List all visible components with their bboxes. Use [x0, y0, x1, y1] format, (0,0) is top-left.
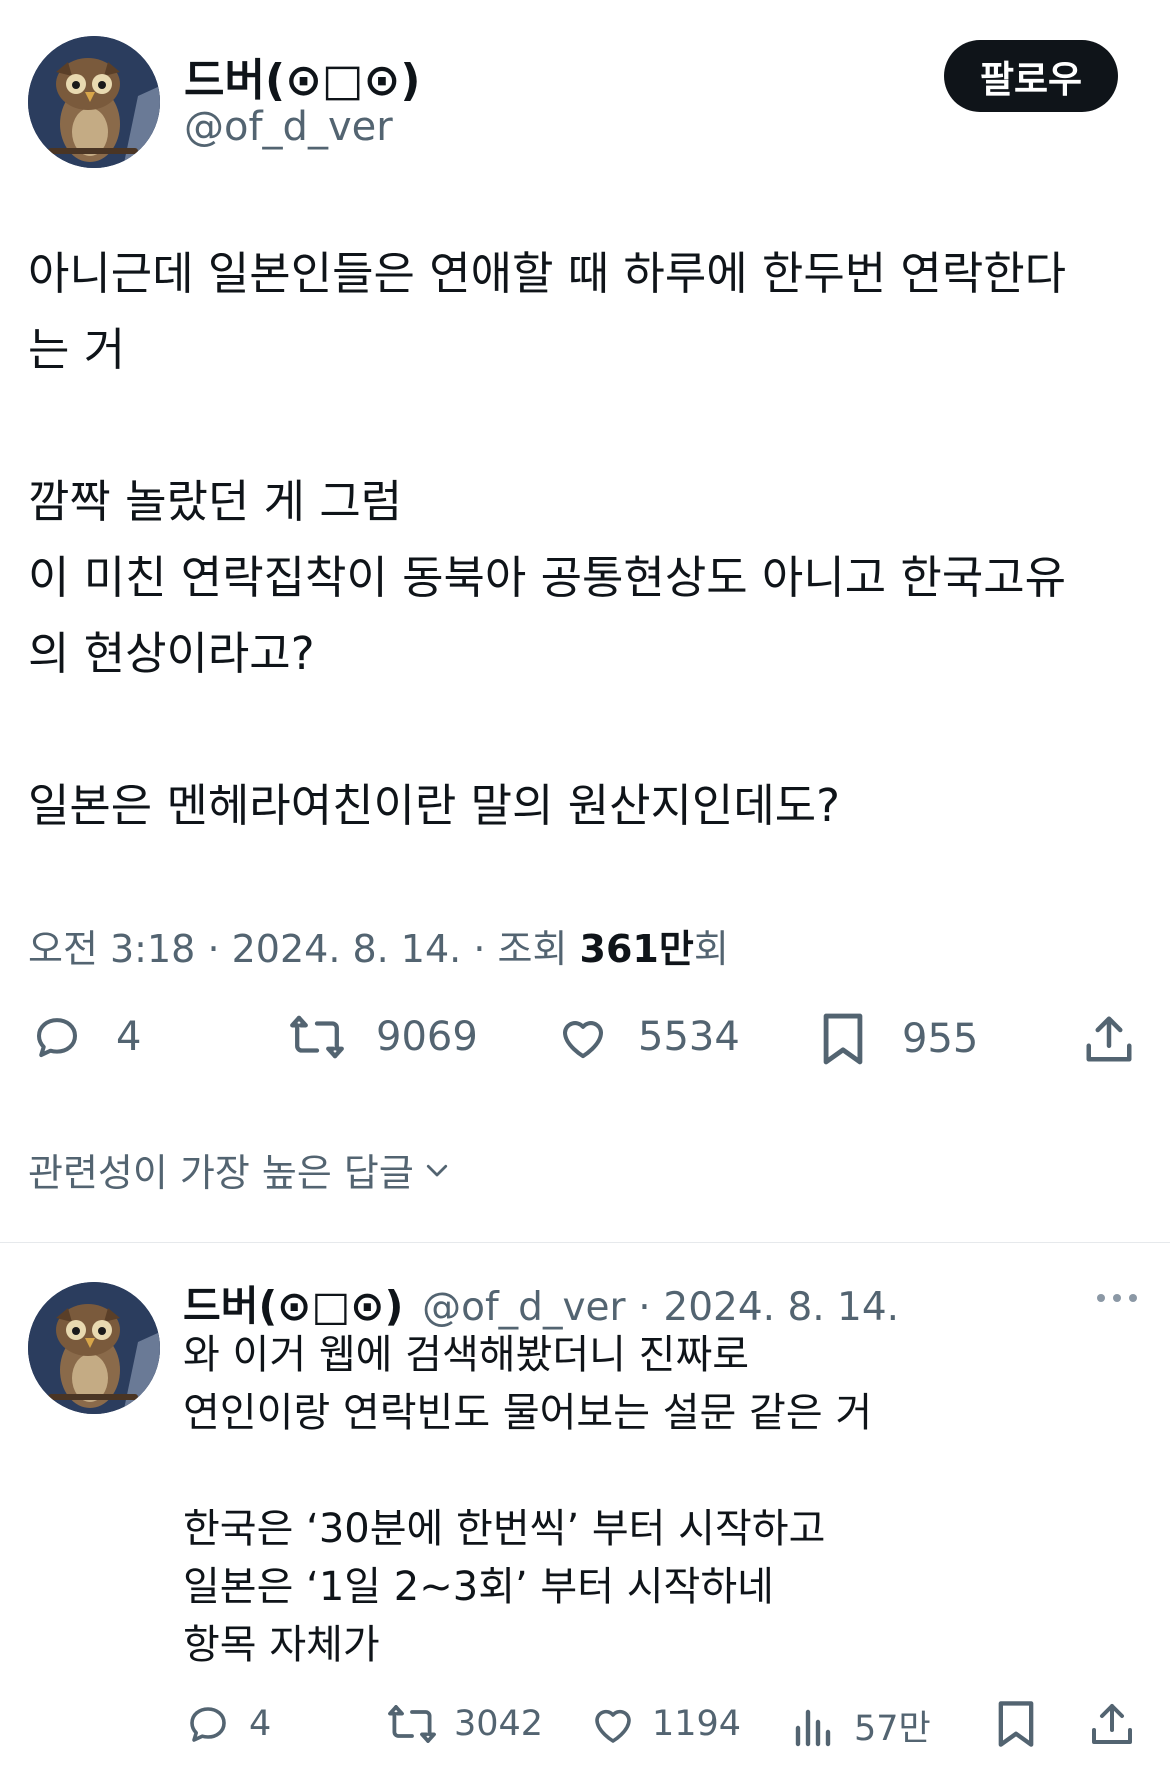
- retweet-icon: [388, 1705, 436, 1743]
- follow-button[interactable]: 팔로우: [944, 40, 1118, 112]
- reply-like-count: 1194: [652, 1704, 742, 1744]
- more-options-button[interactable]: [1094, 1290, 1140, 1310]
- reply-action[interactable]: 4: [28, 1010, 141, 1064]
- speech-bubble-icon: [190, 1707, 226, 1742]
- tweet-date[interactable]: 2024. 8. 14.: [232, 927, 462, 971]
- tweet-text-line: 는 거: [28, 323, 126, 376]
- reply-text: 와 이거 웹에 검색해봤더니 진짜로 연인이랑 연락빈도 물어보는 설문 같은 …: [183, 1326, 1143, 1674]
- tweet-text-line: 의 현상이라고?: [28, 627, 315, 680]
- reply-reply-count: 4: [249, 1704, 272, 1744]
- reply-bookmark-action[interactable]: [994, 1698, 1038, 1750]
- sort-label: 관련성이 가장 높은 답글: [28, 1151, 414, 1195]
- bar-chart-icon: [795, 1709, 831, 1746]
- reply-views-count: 57만: [854, 1709, 931, 1749]
- reply-share-action[interactable]: [1088, 1700, 1136, 1748]
- heart-icon: [595, 1709, 631, 1743]
- reply-header: 드버(⊙□⊙) @of_d_ver · 2024. 8. 14.: [183, 1272, 899, 1332]
- reply-reply-action[interactable]: 4: [183, 1700, 271, 1748]
- reply-count: 4: [116, 1014, 142, 1060]
- reply-author-handle[interactable]: @of_d_ver: [422, 1285, 625, 1330]
- heart-icon: [562, 1021, 604, 1059]
- reply-sort-selector[interactable]: 관련성이 가장 높은 답글: [28, 1142, 454, 1197]
- reply-text-line: 연인이랑 연락빈도 물어보는 설문 같은 거: [183, 1390, 873, 1436]
- views-unit: 만: [658, 927, 694, 971]
- tweet-text-line: 일본은 멘헤라여친이란 말의 원산지인데도?: [28, 779, 840, 832]
- tweet-text-line: 아니근데 일본인들은 연애할 때 하루에 한두번 연락한다: [28, 247, 1067, 300]
- speech-bubble-icon: [36, 1018, 78, 1058]
- share-icon: [1092, 1704, 1132, 1744]
- share-action[interactable]: [1082, 1012, 1136, 1066]
- tweet-text-line: 깜짝 놀랐던 게 그럼: [28, 475, 403, 528]
- author-avatar[interactable]: [28, 36, 160, 168]
- tweet-text-line: 이 미친 연락집착이 동북아 공통현상도 아니고 한국고유: [28, 551, 1067, 604]
- like-action[interactable]: 5534: [554, 1010, 740, 1064]
- reply-views-action[interactable]: 57만: [792, 1700, 931, 1751]
- like-count: 5534: [638, 1014, 740, 1060]
- tweet-text: 아니근데 일본인들은 연애할 때 하루에 한두번 연락한다 는 거 깜짝 놀랐던…: [28, 236, 1138, 844]
- views-number: 361: [579, 927, 659, 971]
- views-suffix: 회: [693, 927, 729, 971]
- reply-author-name[interactable]: 드버(⊙□⊙): [183, 1282, 403, 1330]
- divider: [0, 1242, 1170, 1243]
- tweet-time[interactable]: 오전 3:18: [28, 927, 195, 971]
- reply-like-action[interactable]: 1194: [588, 1700, 741, 1748]
- reply-retweet-count: 3042: [454, 1704, 544, 1744]
- bookmark-icon: [823, 1013, 863, 1065]
- meta-separator: ·: [473, 927, 498, 971]
- meta-separator: ·: [207, 927, 232, 971]
- bookmark-icon: [998, 1701, 1034, 1747]
- more-dots-icon: [1097, 1294, 1137, 1302]
- tweet-meta: 오전 3:18 · 2024. 8. 14. · 조회 361만회: [28, 918, 729, 973]
- owl-avatar-image: [28, 36, 160, 168]
- reply-text-line: 한국은 ‘30분에 한번씩’ 부터 시작하고: [183, 1506, 826, 1552]
- views-label: 조회: [497, 927, 568, 971]
- author-handle[interactable]: @of_d_ver: [184, 104, 393, 150]
- chevron-down-icon: [426, 1164, 447, 1176]
- reply-text-line: 와 이거 웹에 검색해봤더니 진짜로: [183, 1332, 750, 1378]
- bookmark-action[interactable]: 955: [818, 1010, 978, 1068]
- reply-retweet-action[interactable]: 3042: [384, 1700, 543, 1748]
- reply-date-separator: ·: [638, 1285, 651, 1330]
- reply-text-line: 일본은 ‘1일 2~3회’ 부터 시작하네: [183, 1564, 774, 1610]
- author-name[interactable]: 드버(⊙□⊙): [184, 44, 421, 108]
- retweet-action[interactable]: 9069: [284, 1010, 478, 1064]
- owl-avatar-image: [28, 1282, 160, 1414]
- reply-date[interactable]: 2024. 8. 14.: [663, 1285, 899, 1330]
- retweet-count: 9069: [376, 1014, 478, 1060]
- bookmark-count: 955: [902, 1016, 979, 1062]
- share-icon: [1086, 1016, 1132, 1062]
- reply-text-line: 항목 자체가: [183, 1622, 380, 1668]
- reply-author-avatar[interactable]: [28, 1282, 160, 1414]
- retweet-icon: [290, 1015, 344, 1059]
